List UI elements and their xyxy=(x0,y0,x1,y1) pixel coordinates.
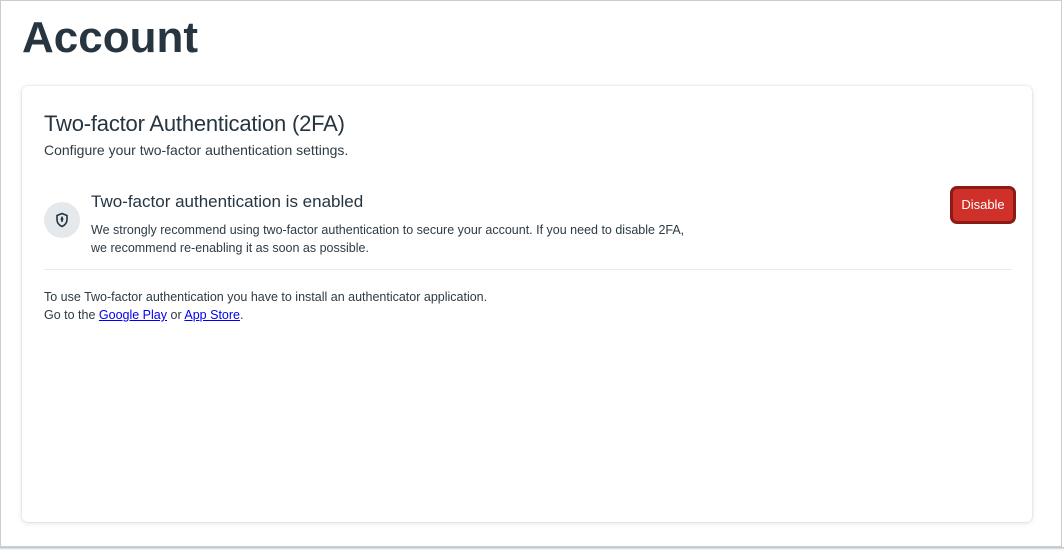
status-description-line2: we recommend re-enabling it as soon as p… xyxy=(91,241,369,255)
card-subtitle: Configure your two-factor authentication… xyxy=(44,142,349,158)
status-description: We strongly recommend using two-factor a… xyxy=(91,221,701,257)
info-or: or xyxy=(167,308,185,322)
google-play-link[interactable]: Google Play xyxy=(99,308,167,322)
card-title: Two-factor Authentication (2FA) xyxy=(44,111,345,136)
info-line1: To use Two-factor authentication you hav… xyxy=(44,290,488,304)
page-title: Account xyxy=(22,13,198,62)
status-row: Two-factor authentication is enabled We … xyxy=(44,190,1014,266)
two-factor-card: Two-factor Authentication (2FA) Configur… xyxy=(22,86,1032,522)
status-title: Two-factor authentication is enabled xyxy=(91,192,364,211)
app-store-link[interactable]: App Store xyxy=(184,308,240,322)
disable-button[interactable]: Disable xyxy=(950,186,1016,224)
divider xyxy=(44,269,1012,270)
status-description-line1: We strongly recommend using two-factor a… xyxy=(91,223,685,237)
shield-icon xyxy=(44,202,80,238)
authenticator-info: To use Two-factor authentication you hav… xyxy=(44,288,487,324)
info-suffix: . xyxy=(239,308,244,322)
info-prefix: Go to the xyxy=(44,308,99,322)
